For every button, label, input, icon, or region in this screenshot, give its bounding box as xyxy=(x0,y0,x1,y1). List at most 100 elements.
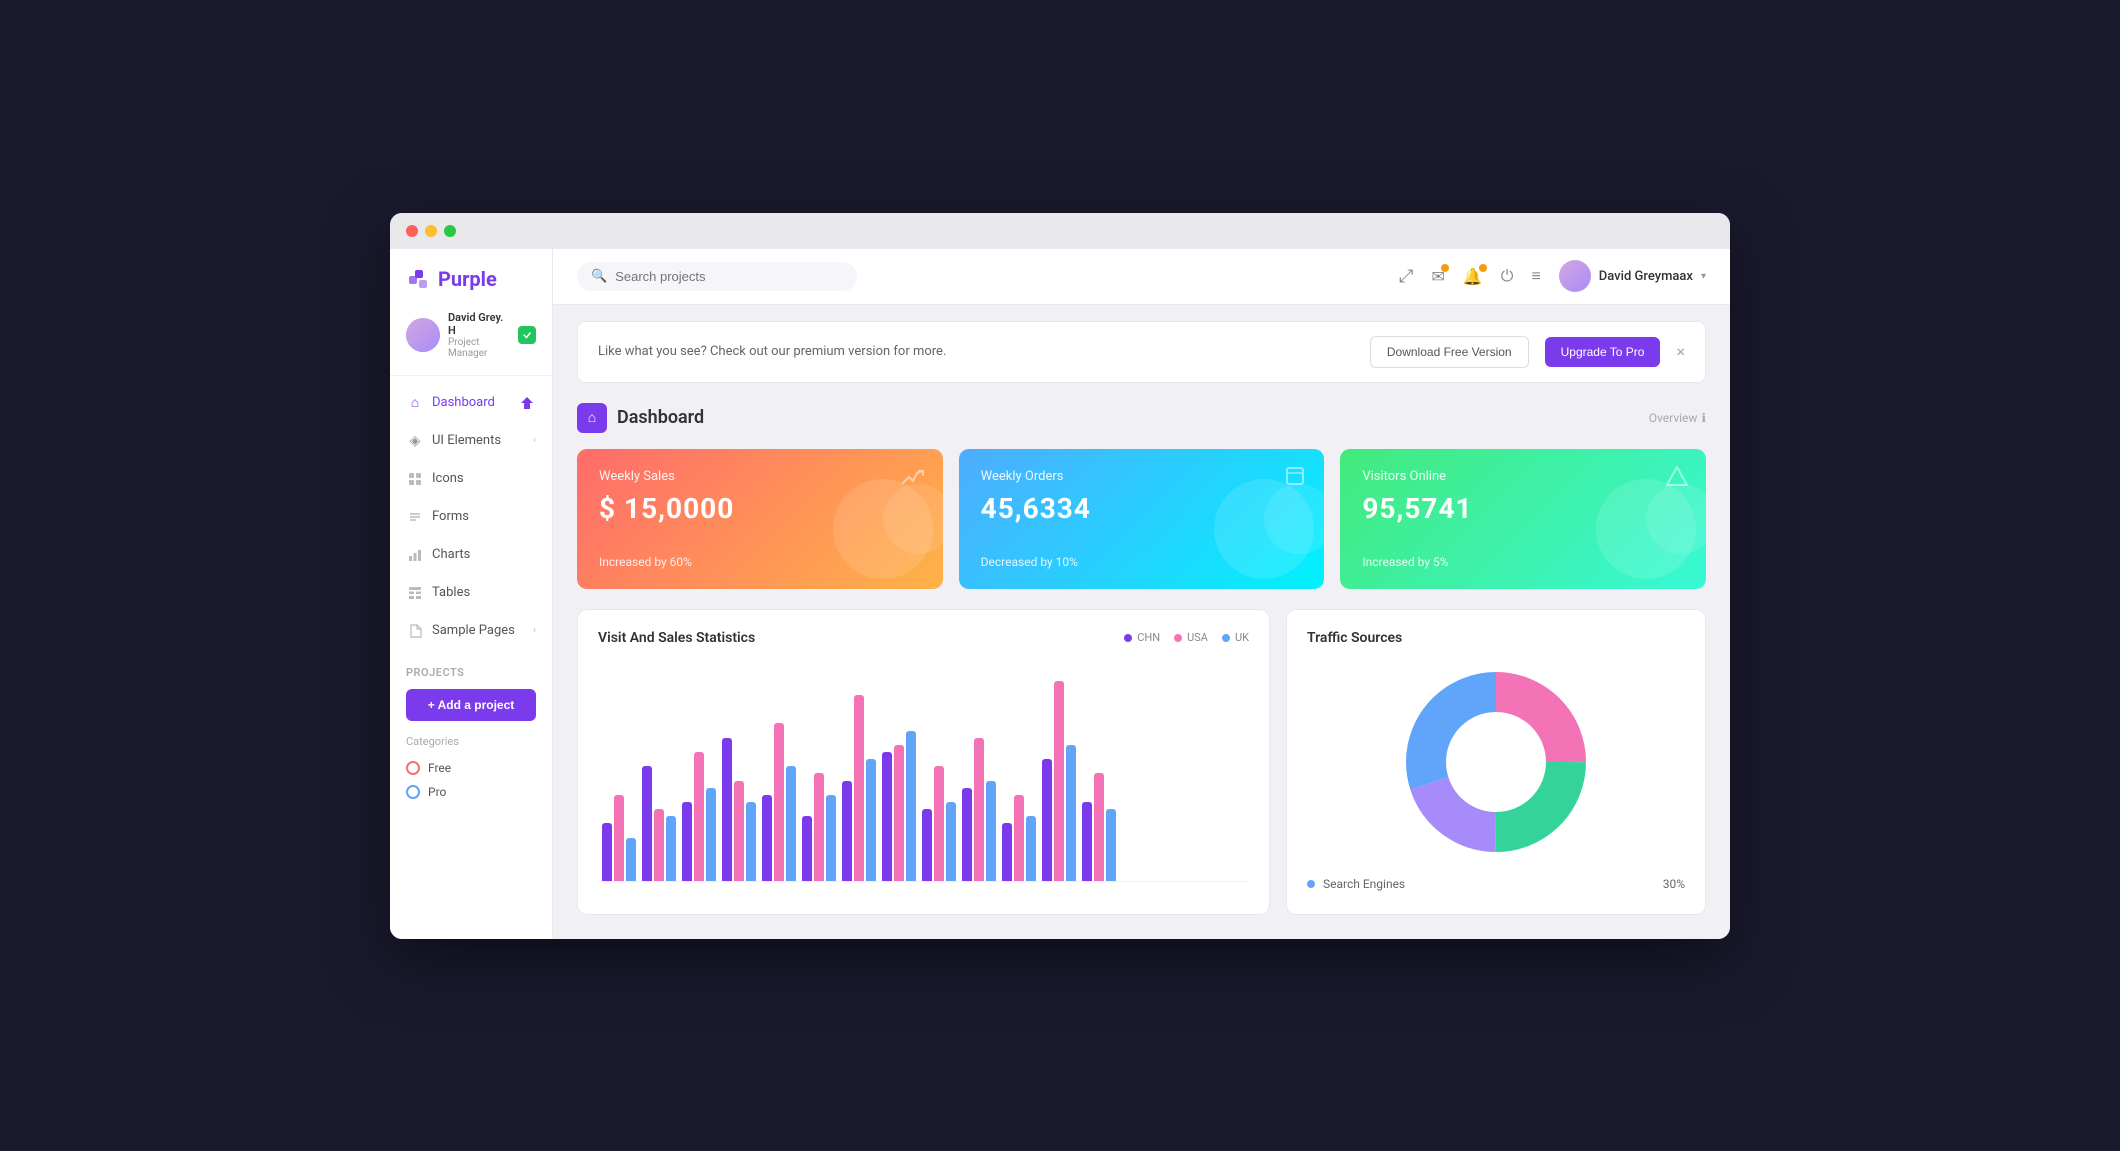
overview-text: Overview ℹ xyxy=(1649,411,1706,425)
window-controls xyxy=(406,225,456,237)
bar xyxy=(814,773,824,880)
bar xyxy=(1026,816,1036,880)
projects-section: Projects + Add a project Categories Free… xyxy=(390,654,552,812)
avatar xyxy=(406,318,440,352)
upgrade-pro-button[interactable]: Upgrade To Pro xyxy=(1545,337,1661,367)
bar-chart xyxy=(598,662,1249,882)
maximize-button[interactable] xyxy=(444,225,456,237)
bar xyxy=(722,738,732,881)
close-banner-icon[interactable]: × xyxy=(1676,342,1685,361)
bar xyxy=(1082,802,1092,881)
bar xyxy=(854,695,864,881)
bar xyxy=(866,759,876,880)
sidebar-item-tables[interactable]: Tables xyxy=(390,574,552,612)
user-info: David Grey. H Project Manager xyxy=(448,311,510,359)
bar xyxy=(1002,823,1012,880)
sidebar-item-sample-pages[interactable]: Sample Pages ‹ xyxy=(390,612,552,650)
category-pro[interactable]: Pro xyxy=(406,780,536,804)
close-button[interactable] xyxy=(406,225,418,237)
bar xyxy=(786,766,796,880)
bar xyxy=(934,766,944,880)
bar-group xyxy=(602,795,636,881)
dashboard-icon: ⌂ xyxy=(577,403,607,433)
user-name: David Grey. H xyxy=(448,311,510,337)
bar xyxy=(602,823,612,880)
donut-chart xyxy=(1307,662,1685,862)
download-free-button[interactable]: Download Free Version xyxy=(1370,336,1529,368)
topnav-user[interactable]: David Greymaax ▾ xyxy=(1559,260,1706,292)
home-icon-right xyxy=(518,394,536,412)
search-input[interactable] xyxy=(615,269,843,284)
sidebar-item-icons[interactable]: Icons xyxy=(390,460,552,498)
traffic-chart-title: Traffic Sources xyxy=(1307,630,1402,646)
page-title: Dashboard xyxy=(617,407,704,428)
sidebar-item-charts[interactable]: Charts xyxy=(390,536,552,574)
topnav-avatar xyxy=(1559,260,1591,292)
bar xyxy=(882,752,892,881)
bar xyxy=(974,738,984,881)
bar-group xyxy=(962,738,996,881)
chart-header: Visit And Sales Statistics CHN USA xyxy=(598,630,1249,646)
sidebar-item-label: Tables xyxy=(432,585,470,600)
add-project-button[interactable]: + Add a project xyxy=(406,689,536,721)
visit-sales-chart: Visit And Sales Statistics CHN USA xyxy=(577,609,1270,915)
bar xyxy=(682,802,692,881)
home-icon: ⌂ xyxy=(406,394,424,412)
bar xyxy=(666,816,676,880)
bar xyxy=(906,731,916,881)
donut-svg xyxy=(1396,662,1596,862)
category-free[interactable]: Free xyxy=(406,756,536,780)
tables-icon xyxy=(406,584,424,602)
traffic-chart-header: Traffic Sources xyxy=(1307,630,1685,646)
traffic-chart: Traffic Sources xyxy=(1286,609,1706,915)
search-icon: 🔍 xyxy=(591,269,607,284)
sidebar-nav: ⌂ Dashboard ◈ UI Elements ‹ xyxy=(390,380,552,654)
bar-group xyxy=(1082,773,1116,880)
legend-dot-purple xyxy=(1124,634,1132,642)
bar xyxy=(1042,759,1052,880)
bar-group xyxy=(842,695,876,881)
expand-icon[interactable]: ⤢ xyxy=(1399,266,1413,287)
legend-dot-blue xyxy=(1222,634,1230,642)
bar xyxy=(1066,745,1076,881)
search-box[interactable]: 🔍 xyxy=(577,262,857,291)
topnav: 🔍 ⤢ ✉ 🔔 ⏻ ≡ xyxy=(553,249,1730,305)
stats-grid: Weekly Sales $ 15,0000 Increased by 60% … xyxy=(577,449,1706,589)
bar xyxy=(774,723,784,880)
menu-icon[interactable]: ≡ xyxy=(1531,266,1540,286)
pro-dot xyxy=(406,785,420,799)
user-role: Project Manager xyxy=(448,337,510,359)
logo-text: Purple xyxy=(438,267,497,291)
chart-legend: CHN USA UK xyxy=(1124,631,1249,644)
bar xyxy=(1014,795,1024,881)
power-icon[interactable]: ⏻ xyxy=(1501,266,1514,286)
legend-dot-pink xyxy=(1174,634,1182,642)
bar-group xyxy=(882,731,916,881)
charts-row: Visit And Sales Statistics CHN USA xyxy=(577,609,1706,915)
forms-icon xyxy=(406,508,424,526)
info-icon: ℹ xyxy=(1701,411,1706,425)
sidebar: Purple David Grey. H Project Manager ⌂ xyxy=(390,249,553,939)
topnav-chevron-icon: ▾ xyxy=(1701,271,1706,282)
mail-icon[interactable]: ✉ xyxy=(1431,267,1444,286)
legend-chn: CHN xyxy=(1124,631,1160,644)
app-window: Purple David Grey. H Project Manager ⌂ xyxy=(390,213,1730,939)
bar xyxy=(642,766,652,880)
sidebar-logo: Purple xyxy=(390,249,552,303)
topnav-username: David Greymaax xyxy=(1599,269,1693,284)
minimize-button[interactable] xyxy=(425,225,437,237)
bar xyxy=(894,745,904,881)
sidebar-item-dashboard[interactable]: ⌂ Dashboard xyxy=(390,384,552,422)
bar xyxy=(762,795,772,881)
content-area: Like what you see? Check out our premium… xyxy=(553,305,1730,939)
bar xyxy=(922,809,932,880)
bar xyxy=(694,752,704,881)
free-dot xyxy=(406,761,420,775)
sidebar-item-label: Dashboard xyxy=(432,395,495,410)
page-title-area: ⌂ Dashboard xyxy=(577,403,704,433)
bar xyxy=(654,809,664,880)
sidebar-item-forms[interactable]: Forms xyxy=(390,498,552,536)
sidebar-item-ui-elements[interactable]: ◈ UI Elements ‹ xyxy=(390,422,552,460)
bell-icon[interactable]: 🔔 xyxy=(1463,267,1483,286)
bar-group xyxy=(802,773,836,880)
